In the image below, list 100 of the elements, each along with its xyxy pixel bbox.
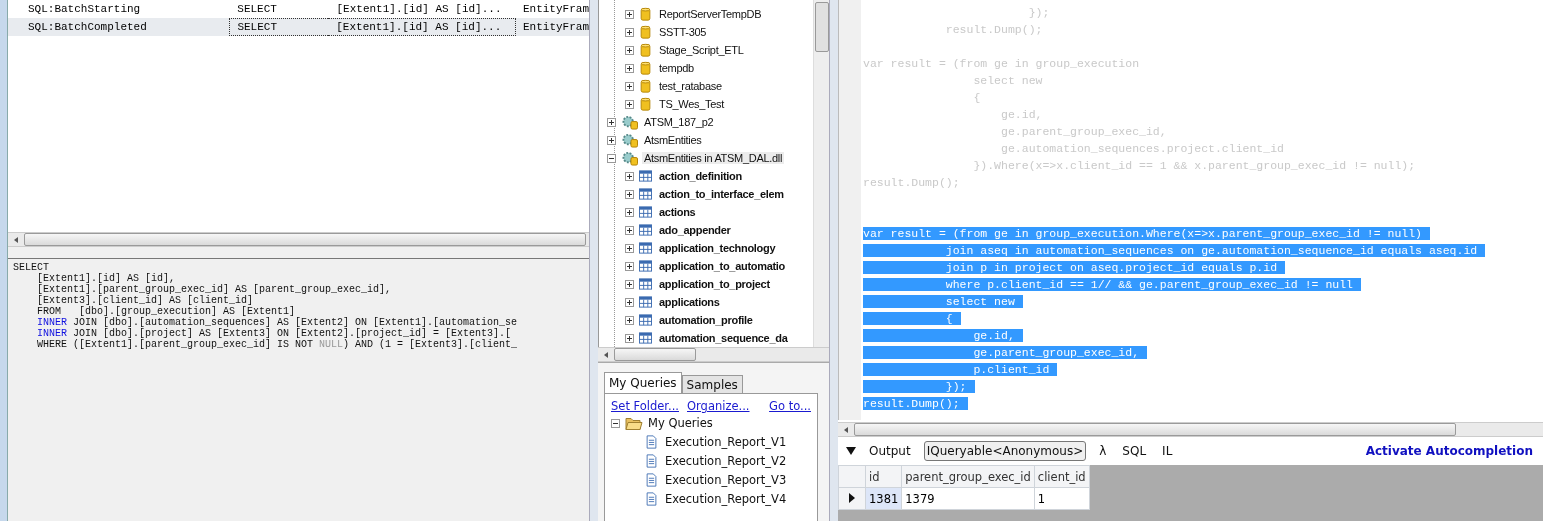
expand-icon[interactable] xyxy=(607,153,616,163)
table-cell-text: [Extent1].[id] AS [id]... xyxy=(335,2,503,17)
output-option[interactable]: SQL xyxy=(1119,441,1150,461)
scroll-left-icon[interactable] xyxy=(602,350,610,359)
table-cell: 1379 xyxy=(901,487,1035,510)
column-header[interactable]: parent_group_exec_id xyxy=(901,465,1035,488)
trace-row[interactable]: SQL:BatchCompleted SELECT [Extent1].[id] AS [id]... EntityFram xyxy=(8,18,589,36)
database-icon xyxy=(639,25,652,39)
output-option[interactable]: IQueryable<Anonymous> xyxy=(923,441,1087,461)
document-icon xyxy=(645,435,658,449)
tree-item[interactable]: automation_profile xyxy=(657,314,755,326)
tree-item[interactable]: ATSM_187_p2 xyxy=(642,116,716,128)
table-cell: SELECT xyxy=(229,18,329,36)
link[interactable]: Set Folder... xyxy=(611,399,679,413)
expand-icon[interactable] xyxy=(625,243,634,253)
tree-item[interactable]: ado_appender xyxy=(657,224,733,236)
scroll-left-icon[interactable] xyxy=(12,235,20,244)
table-cell-text: SQL:BatchCompleted xyxy=(27,21,148,33)
database-icon xyxy=(639,79,652,93)
column-header[interactable]: id xyxy=(865,465,902,488)
table-icon xyxy=(639,331,652,345)
output-option[interactable]: Output xyxy=(866,441,914,461)
table-cell-text: EntityFram xyxy=(521,3,589,15)
table-icon xyxy=(639,223,652,237)
tab[interactable]: Samples xyxy=(681,375,743,393)
expand-icon[interactable] xyxy=(625,171,634,181)
expand-icon[interactable] xyxy=(625,333,634,343)
document-icon xyxy=(645,454,658,468)
expand-icon[interactable] xyxy=(625,207,634,217)
horizontal-scrollbar[interactable] xyxy=(838,422,1543,437)
tree-item[interactable]: application_to_automatio xyxy=(657,260,788,272)
sql-line: SELECT xyxy=(13,262,50,273)
tab[interactable]: My Queries xyxy=(604,372,682,393)
expand-icon[interactable] xyxy=(625,297,634,307)
expand-icon[interactable] xyxy=(625,63,634,73)
sql-line: FROM [dbo].[group_execution] AS [Extent1] xyxy=(36,306,297,317)
tree-item[interactable]: application_technology xyxy=(657,242,778,254)
folder-icon xyxy=(625,415,643,431)
scroll-left-icon[interactable] xyxy=(842,425,850,434)
tree-item[interactable]: SSTT-305 xyxy=(657,26,709,38)
expand-icon[interactable] xyxy=(625,189,634,199)
autocompletion-link[interactable]: Activate Autocompletion xyxy=(1365,444,1533,458)
expand-icon[interactable] xyxy=(607,117,616,127)
tree-item[interactable]: action_to_interface_elem xyxy=(657,188,786,200)
table-cell-text: SELECT xyxy=(236,2,278,17)
expand-icon[interactable] xyxy=(625,27,634,37)
tree-item[interactable]: Execution_Report_V1 xyxy=(663,435,789,449)
tree-item[interactable]: application_to_project xyxy=(657,278,772,290)
table-icon xyxy=(639,169,652,183)
table-icon xyxy=(639,241,652,255)
sql-line: [Extent1].[id] AS [id], xyxy=(36,273,176,284)
database-icon xyxy=(639,43,652,57)
output-option[interactable]: IL xyxy=(1159,441,1176,461)
sql-line: WHERE ([Extent1].[parent_group_exec_id] IS NOT NULL) AND (1 = [Extent3].[client_ xyxy=(36,339,519,350)
database-icon xyxy=(639,97,652,111)
table-icon xyxy=(639,277,652,291)
document-icon xyxy=(645,492,658,506)
expand-icon[interactable] xyxy=(625,45,634,55)
document-icon xyxy=(645,473,658,487)
column-header[interactable]: client_id xyxy=(1034,465,1090,488)
tree-item[interactable]: Execution_Report_V2 xyxy=(663,454,789,468)
expand-icon[interactable] xyxy=(607,135,616,145)
expand-icon[interactable] xyxy=(625,9,634,19)
tree-item[interactable]: Stage_Script_ETL xyxy=(657,44,746,56)
tree-item[interactable]: applications xyxy=(657,296,722,308)
sql-line: [Extent1].[parent_group_exec_id] AS [parent_group_exec_id], xyxy=(36,284,393,295)
link[interactable]: Organize... xyxy=(687,399,750,413)
tree-item[interactable]: AtsmEntities xyxy=(642,134,704,146)
tree-item[interactable]: AtsmEntities in ATSM_DAL.dll xyxy=(642,152,785,164)
link[interactable]: Go to... xyxy=(769,399,811,413)
table-icon xyxy=(639,313,652,327)
trace-row[interactable]: SQL:BatchStarting SELECT [Extent1].[id] AS [id]... EntityFram xyxy=(8,0,589,18)
expand-icon[interactable] xyxy=(625,99,634,109)
table-cell: 1 xyxy=(1034,487,1090,510)
table-cell-text: EntityFram xyxy=(522,21,589,33)
tree-item[interactable]: Execution_Report_V3 xyxy=(663,473,789,487)
output-option[interactable]: λ xyxy=(1096,441,1110,461)
gear-database-icon xyxy=(621,150,639,166)
collapse-icon[interactable] xyxy=(611,418,620,428)
expand-icon[interactable] xyxy=(625,225,634,235)
expand-icon[interactable] xyxy=(625,81,634,91)
tree-item[interactable]: Execution_Report_V4 xyxy=(663,492,789,506)
tree-item[interactable]: TS_Wes_Test xyxy=(657,98,726,110)
sql-text-area[interactable] xyxy=(8,259,589,521)
expand-icon[interactable] xyxy=(625,315,634,325)
collapse-triangle-icon[interactable] xyxy=(846,447,856,455)
tree-item[interactable]: automation_sequence_da xyxy=(657,332,790,344)
expand-icon[interactable] xyxy=(625,279,634,289)
horizontal-scrollbar[interactable] xyxy=(8,232,589,247)
tree-item[interactable]: action_definition xyxy=(657,170,744,182)
table-cell: [Extent1].[id] AS [id]... xyxy=(328,18,516,36)
expand-icon[interactable] xyxy=(625,261,634,271)
tree-item[interactable]: My Queries xyxy=(646,416,715,430)
table-icon xyxy=(639,259,652,273)
tree-item[interactable]: test_ratabase xyxy=(657,80,724,92)
horizontal-scrollbar[interactable] xyxy=(598,347,830,362)
tree-item[interactable]: actions xyxy=(657,206,698,218)
tree-item[interactable]: ReportServerTempDB xyxy=(657,8,764,20)
tree-item[interactable]: tempdb xyxy=(657,62,696,74)
table-icon xyxy=(639,187,652,201)
